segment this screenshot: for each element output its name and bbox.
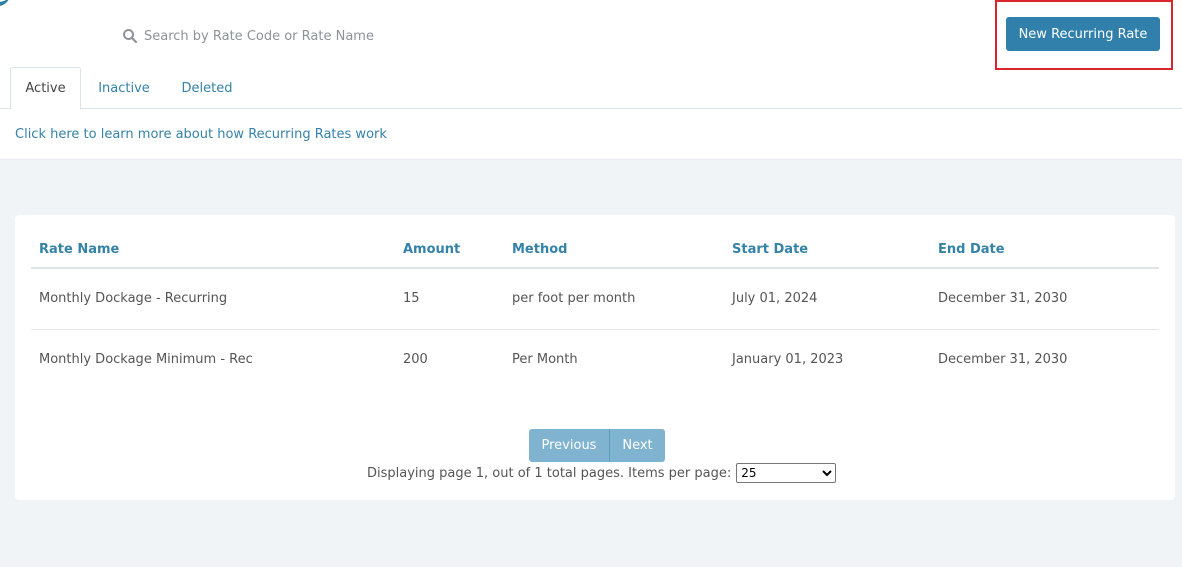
logo (0, 0, 10, 6)
col-end-date[interactable]: End Date (930, 231, 1159, 269)
search-bar[interactable] (122, 24, 422, 48)
cell-amount: 15 (395, 268, 504, 330)
cell-end-date: December 31, 2030 (930, 268, 1159, 330)
cell-method: per foot per month (504, 268, 724, 330)
search-input[interactable] (144, 28, 414, 44)
cell-end-date: December 31, 2030 (938, 352, 1068, 368)
col-amount[interactable]: Amount (395, 231, 504, 269)
new-recurring-rate-button[interactable]: New Recurring Rate (1006, 17, 1160, 51)
next-button[interactable]: Next (610, 429, 665, 462)
table-row[interactable]: Monthly Dockage - Recurring 15 per foot … (31, 268, 1159, 330)
cell-amount: 200 (403, 352, 428, 368)
previous-button[interactable]: Previous (529, 429, 610, 462)
col-start-date[interactable]: Start Date (724, 231, 930, 269)
tab-inactive[interactable]: Inactive (88, 67, 160, 109)
col-method[interactable]: Method (504, 231, 724, 269)
cell-rate-name: Monthly Dockage Minimum - Rec (39, 352, 253, 368)
cell-start-date: July 01, 2024 (724, 268, 930, 330)
cell-start-date: January 01, 2023 (732, 352, 844, 368)
tab-deleted[interactable]: Deleted (172, 67, 242, 109)
items-per-page-select[interactable]: 25 (736, 463, 837, 483)
rates-card: Rate Name Amount Method Start Date End D… (15, 215, 1175, 500)
rates-table: Rate Name Amount Method Start Date End D… (31, 231, 1159, 390)
pagination: Previous Next (529, 429, 665, 462)
header-panel: New Recurring Rate Active Inactive Delet… (0, 0, 1182, 160)
table-row[interactable]: Monthly Dockage Minimum - Rec 200 Per Mo… (31, 329, 1159, 390)
search-icon (123, 29, 138, 44)
cell-rate-name: Monthly Dockage - Recurring (31, 268, 395, 330)
learn-more-link[interactable]: Click here to learn more about how Recur… (15, 127, 387, 142)
page-info: Displaying page 1, out of 1 total pages.… (367, 463, 837, 483)
cell-method: Per Month (512, 352, 578, 368)
page-info-text: Displaying page 1, out of 1 total pages.… (367, 465, 732, 481)
tab-active[interactable]: Active (10, 67, 81, 110)
col-rate-name[interactable]: Rate Name (31, 231, 395, 269)
tab-bar: Active Inactive Deleted (0, 67, 1182, 110)
table-header-row: Rate Name Amount Method Start Date End D… (31, 231, 1159, 269)
